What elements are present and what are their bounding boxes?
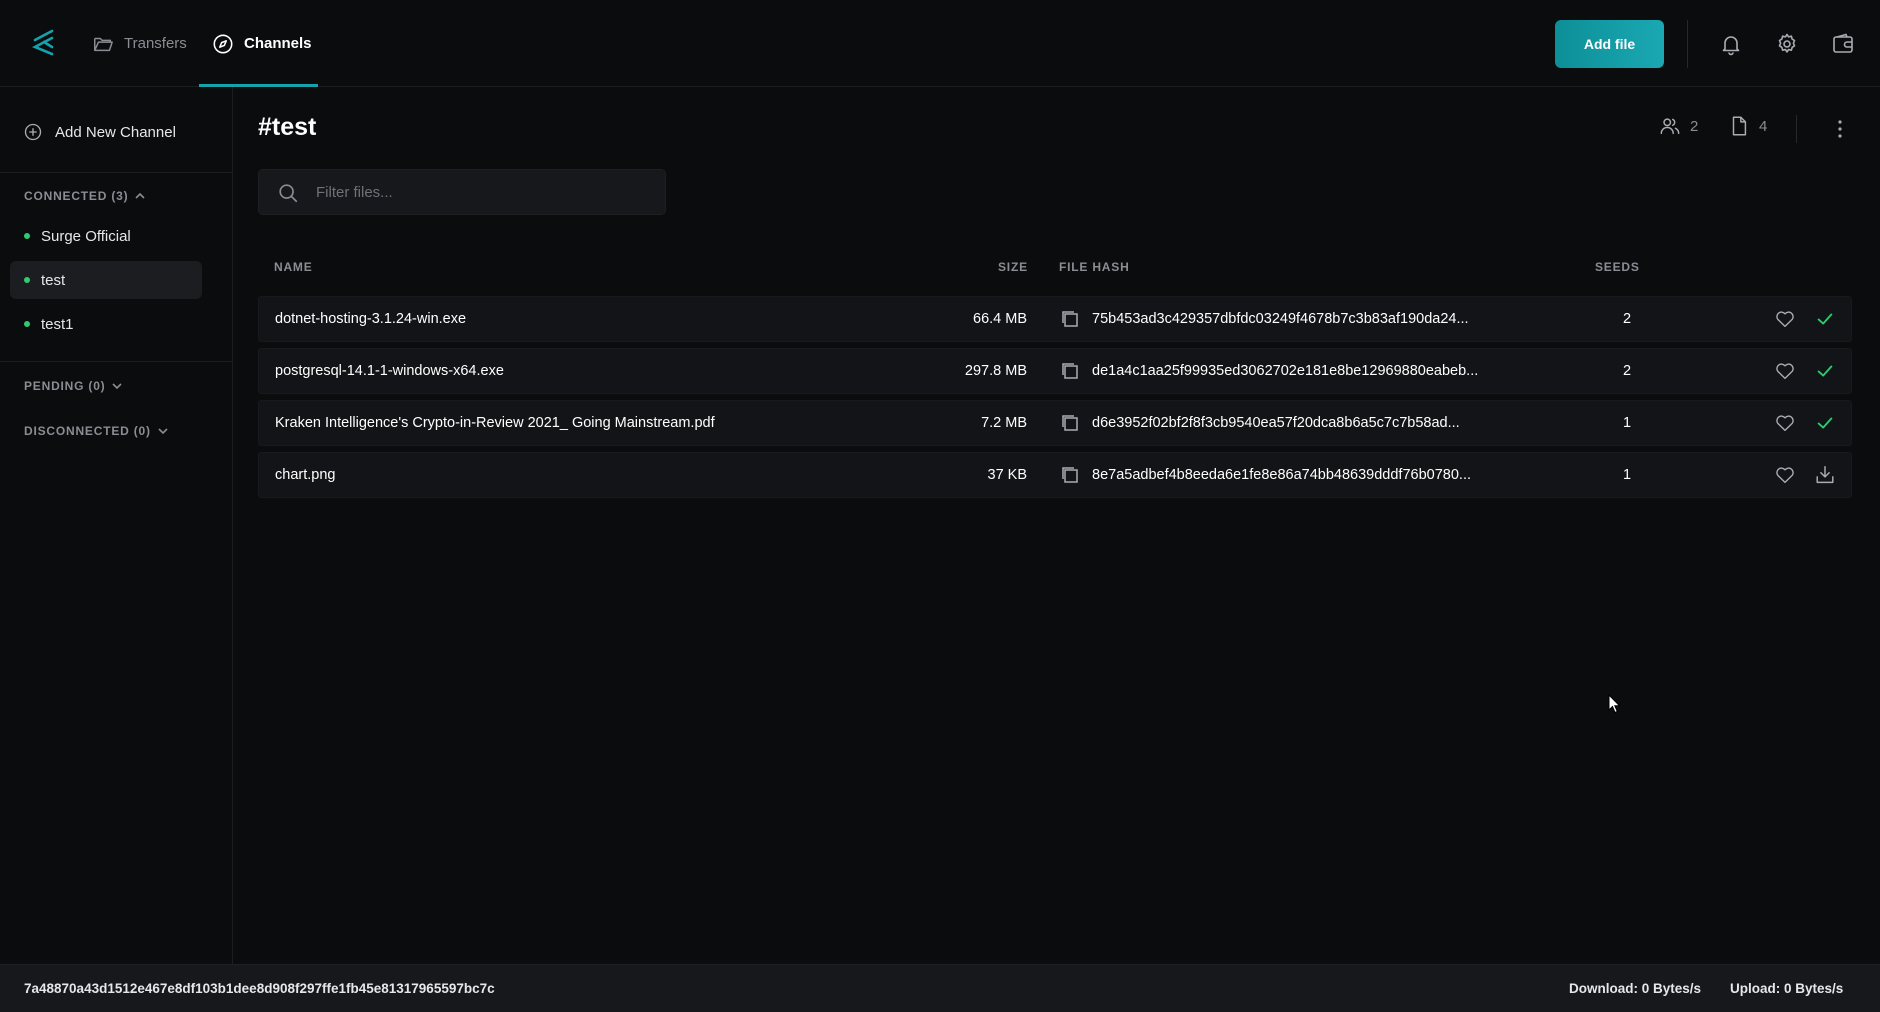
column-header-seeds[interactable]: SEEDS	[1595, 260, 1640, 274]
plus-circle-icon	[24, 123, 42, 141]
disconnected-section-label: DISCONNECTED (0)	[24, 424, 151, 438]
heart-icon[interactable]	[1774, 464, 1796, 486]
file-size: 37 KB	[987, 467, 1028, 483]
file-hash-cell: 75b453ad3c429357dbfdc03249f4678b7c3b83af…	[1060, 297, 1469, 341]
channel-view: #test 2 4 NAME SIZE FILE HASH SEEDS dotn…	[234, 87, 1880, 964]
file-seeds: 2	[1622, 311, 1632, 327]
files-count[interactable]: 4	[1728, 115, 1767, 137]
check-icon	[1817, 365, 1833, 377]
users-icon	[1660, 118, 1680, 135]
add-new-channel-label: Add New Channel	[55, 123, 176, 141]
search-icon	[279, 184, 298, 203]
tab-transfers-label: Transfers	[124, 35, 187, 52]
heart-icon[interactable]	[1774, 308, 1796, 330]
add-file-button[interactable]: Add file	[1555, 20, 1664, 68]
heart-icon[interactable]	[1774, 412, 1796, 434]
check-icon	[1817, 313, 1833, 325]
file-name: Kraken Intelligence's Crypto-in-Review 2…	[275, 415, 715, 431]
bell-icon[interactable]	[1719, 32, 1743, 56]
table-row[interactable]: Kraken Intelligence's Crypto-in-Review 2…	[258, 400, 1852, 446]
copy-icon[interactable]	[1060, 309, 1080, 329]
sidebar-divider	[0, 172, 232, 173]
sidebar-divider	[0, 361, 232, 362]
file-hash-value: de1a4c1aa25f99935ed3062702e181e8be129698…	[1092, 363, 1479, 379]
mouse-cursor-icon	[1608, 694, 1621, 714]
online-status-dot	[24, 233, 30, 239]
filter-files-input[interactable]	[316, 170, 656, 214]
file-hash-value: 8e7a5adbef4b8eeda6e1fe8e86a74bb48639dddf…	[1092, 467, 1471, 483]
members-count-value: 2	[1690, 117, 1699, 135]
file-size: 297.8 MB	[964, 363, 1027, 379]
status-bar: 7a48870a43d1512e467e8df103b1dee8d908f297…	[0, 964, 1880, 1012]
channel-title: #test	[258, 113, 317, 141]
table-row[interactable]: dotnet-hosting-3.1.24-win.exe 66.4 MB 75…	[258, 296, 1852, 342]
file-icon	[1732, 116, 1747, 136]
heart-icon[interactable]	[1774, 360, 1796, 382]
file-seeds: 1	[1622, 467, 1632, 483]
file-name: dotnet-hosting-3.1.24-win.exe	[275, 311, 467, 327]
add-new-channel-button[interactable]: Add New Channel	[24, 123, 176, 141]
copy-icon[interactable]	[1060, 361, 1080, 381]
file-seeds: 2	[1622, 363, 1632, 379]
file-name: chart.png	[275, 467, 336, 483]
channel-item-surge-official[interactable]: Surge Official	[10, 217, 202, 255]
file-hash-cell: de1a4c1aa25f99935ed3062702e181e8be129698…	[1060, 349, 1478, 393]
wallet-icon[interactable]	[1831, 32, 1855, 56]
connected-section-label: CONNECTED (3)	[24, 189, 129, 203]
channel-item-test1[interactable]: test1	[10, 305, 202, 343]
node-id[interactable]: 7a48870a43d1512e467e8df103b1dee8d908f297…	[24, 965, 495, 1012]
files-count-value: 4	[1759, 117, 1768, 135]
file-hash-value: 75b453ad3c429357dbfdc03249f4678b7c3b83af…	[1092, 311, 1469, 327]
download-icon[interactable]	[1814, 464, 1836, 486]
tab-channels-label: Channels	[244, 35, 312, 52]
sidebar: Add New Channel CONNECTED (3) Surge Offi…	[0, 87, 233, 964]
table-row[interactable]: chart.png 37 KB 8e7a5adbef4b8eeda6e1fe8e…	[258, 452, 1852, 498]
file-size: 66.4 MB	[973, 311, 1027, 327]
stats-divider	[1796, 115, 1797, 143]
file-hash-cell: 8e7a5adbef4b8eeda6e1fe8e86a74bb48639dddf…	[1060, 453, 1471, 497]
file-hash-value: d6e3952f02bf2f8f3cb9540ea57f20dca8b6a5c7…	[1092, 415, 1460, 431]
copy-icon[interactable]	[1060, 465, 1080, 485]
gear-icon[interactable]	[1775, 32, 1799, 56]
file-name: postgresql-14.1-1-windows-x64.exe	[275, 363, 504, 379]
pending-section-label: PENDING (0)	[24, 379, 106, 393]
channel-item-label: test	[41, 271, 66, 289]
channel-item-label: test1	[41, 315, 74, 333]
tab-channels[interactable]: Channels	[212, 0, 312, 87]
filter-files-box	[258, 169, 666, 215]
table-row[interactable]: postgresql-14.1-1-windows-x64.exe 297.8 …	[258, 348, 1852, 394]
disconnected-section-toggle[interactable]: DISCONNECTED (0)	[24, 424, 169, 438]
pending-section-toggle[interactable]: PENDING (0)	[24, 379, 123, 393]
file-hash-cell: d6e3952f02bf2f8f3cb9540ea57f20dca8b6a5c7…	[1060, 401, 1460, 445]
chevron-down-icon	[158, 428, 168, 435]
download-rate: Download: 0 Bytes/s	[1569, 981, 1702, 996]
top-bar: Transfers Channels Add file	[0, 0, 1880, 87]
connected-section-toggle[interactable]: CONNECTED (3)	[24, 189, 146, 203]
online-status-dot	[24, 277, 30, 283]
check-icon	[1817, 417, 1833, 429]
column-header-size[interactable]: SIZE	[998, 260, 1028, 274]
tab-transfers[interactable]: Transfers	[92, 0, 187, 87]
members-count[interactable]: 2	[1659, 115, 1698, 137]
channel-item-label: Surge Official	[41, 227, 131, 245]
copy-icon[interactable]	[1060, 413, 1080, 433]
chevron-down-icon	[112, 383, 123, 390]
folder-open-icon	[94, 37, 113, 51]
file-size: 7.2 MB	[981, 415, 1027, 431]
upload-rate: Upload: 0 Bytes/s	[1730, 981, 1844, 996]
chevron-up-icon	[135, 192, 145, 199]
online-status-dot	[24, 321, 30, 327]
surge-logo-icon[interactable]	[30, 28, 58, 58]
channel-item-test[interactable]: test	[10, 261, 202, 299]
file-seeds: 1	[1622, 415, 1632, 431]
more-options-icon[interactable]	[1828, 117, 1852, 141]
header-divider	[1687, 20, 1688, 68]
column-header-file-hash[interactable]: FILE HASH	[1059, 260, 1130, 274]
compass-icon	[213, 34, 233, 53]
column-header-name[interactable]: NAME	[274, 260, 313, 274]
